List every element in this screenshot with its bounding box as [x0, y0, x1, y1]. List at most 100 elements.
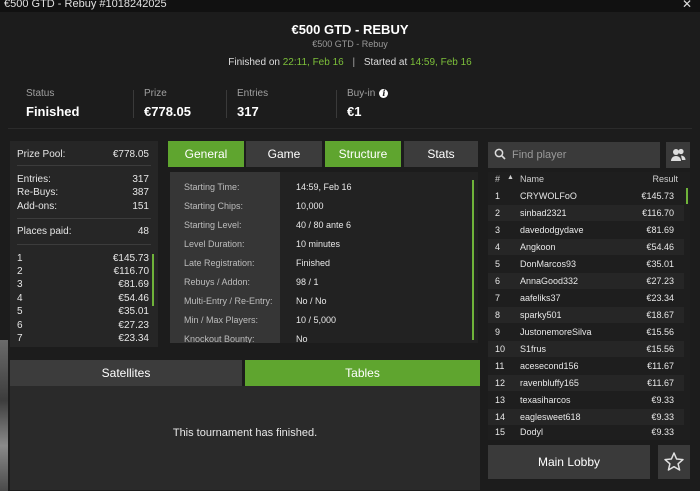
structure-row: Starting Level: 40 / 80 ante 6 — [170, 215, 470, 234]
tournament-times: Finished on 22:11, Feb 16 | Started at 1… — [0, 57, 700, 68]
table-row[interactable]: 12 ravenbluffy165 €11.67 — [488, 375, 684, 391]
row-result: €9.33 — [651, 412, 674, 422]
row-num: 6 — [495, 276, 501, 286]
results-scrollbar[interactable] — [686, 188, 688, 204]
tab-stats[interactable]: Stats — [404, 141, 478, 167]
structure-row: Min / Max Players: 10 / 5,000 — [170, 310, 470, 329]
structure-value: No / No — [296, 296, 327, 306]
row-name: ravenbluffy165 — [520, 378, 579, 388]
row-result: €15.56 — [646, 327, 674, 337]
started-label: Started at — [363, 57, 408, 68]
structure-row: Rebuys / Addon: 98 / 1 — [170, 272, 470, 291]
row-num: 13 — [495, 395, 506, 405]
finished-time: 22:11, Feb 16 — [282, 57, 344, 68]
row-num: 14 — [495, 412, 506, 422]
search-input[interactable] — [510, 145, 654, 165]
header-num[interactable]: # — [495, 174, 500, 184]
structure-key: Starting Level: — [184, 220, 242, 230]
tournament-subtitle: €500 GTD - Rebuy — [312, 39, 388, 49]
divider — [226, 90, 227, 118]
row-num: 10 — [495, 344, 506, 354]
payout-place: 1 — [17, 253, 23, 264]
stat-value: €1 — [347, 104, 362, 119]
payout-place: 6 — [17, 320, 23, 331]
structure-value: 10,000 — [296, 201, 324, 211]
row-num: 9 — [495, 327, 501, 337]
divider — [17, 218, 151, 219]
stat-entries: Entries 317 — [237, 88, 268, 119]
table-row[interactable]: 14 eaglesweet618 €9.33 — [488, 409, 684, 425]
table-row[interactable]: 10 S1frus €15.56 — [488, 341, 684, 357]
row-name: DonMarcos93 — [520, 259, 577, 269]
table-row[interactable]: 6 AnnaGood332 €27.23 — [488, 273, 684, 289]
close-icon[interactable]: ✕ — [682, 0, 692, 11]
row-name: Dodyl — [520, 427, 544, 437]
table-row[interactable]: 3 davedodgydave €81.69 — [488, 222, 684, 238]
row-result: €9.33 — [651, 427, 674, 437]
main-lobby-button[interactable]: Main Lobby — [488, 445, 650, 479]
payout-amount: €35.01 — [118, 306, 149, 317]
header-name[interactable]: Name — [520, 174, 544, 184]
payout-row: 4 €54.46 — [17, 293, 149, 304]
table-row[interactable]: 8 sparky501 €18.67 — [488, 307, 684, 323]
tab-general[interactable]: General — [168, 141, 244, 167]
payout-row: 7 €23.34 — [17, 333, 149, 344]
addons-value: 151 — [132, 201, 149, 212]
structure-key: Min / Max Players: — [184, 315, 259, 325]
payout-amount: €54.46 — [118, 293, 149, 304]
payouts-scrollbar[interactable] — [152, 254, 154, 306]
stat-status: Status Finished — [26, 88, 79, 119]
row-name: Angkoon — [520, 242, 556, 252]
table-row[interactable]: 11 acesecond156 €11.67 — [488, 358, 684, 374]
player-search[interactable] — [488, 142, 660, 168]
stat-label: Buy-in i — [347, 88, 389, 99]
started-time: 14:59, Feb 16 — [410, 57, 472, 68]
row-result: €11.67 — [647, 378, 674, 388]
tab-satellites[interactable]: Satellites — [10, 360, 242, 386]
row-num: 7 — [495, 293, 501, 303]
table-row[interactable]: 13 texasiharcos €9.33 — [488, 392, 684, 408]
favorite-button[interactable] — [658, 445, 690, 479]
row-result: €18.67 — [646, 310, 674, 320]
window-title: €500 GTD - Rebuy #1018242025 — [4, 0, 167, 10]
payout-row: 1 €145.73 — [17, 253, 149, 264]
times-separator: | — [352, 57, 356, 68]
payout-amount: €23.34 — [118, 333, 149, 344]
stat-value: €778.05 — [144, 104, 191, 119]
players-button[interactable] — [666, 142, 690, 168]
payout-place: 5 — [17, 306, 23, 317]
rebuys-row: Re-Buys: 387 — [17, 187, 149, 198]
structure-scrollbar[interactable] — [472, 180, 474, 340]
row-name: sinbad2321 — [520, 208, 567, 218]
payout-amount: €81.69 — [118, 279, 149, 290]
info-tabs: General Game Structure Stats — [168, 141, 478, 167]
tournament-header: €500 GTD - REBUY €500 GTD - Rebuy Finish… — [0, 12, 700, 74]
table-row[interactable]: 9 JustonemoreSilva €15.56 — [488, 324, 684, 340]
info-icon[interactable]: i — [379, 89, 389, 98]
structure-value: No — [296, 334, 308, 343]
table-row[interactable]: 2 sinbad2321 €116.70 — [488, 205, 684, 221]
payout-row: 3 €81.69 — [17, 279, 149, 290]
finished-label: Finished on — [228, 57, 280, 68]
table-row[interactable]: 1 CRYWOLFoO €145.73 — [488, 188, 684, 204]
payout-place: 2 — [17, 266, 23, 277]
structure-row: Late Registration: Finished — [170, 253, 470, 272]
row-name: texasiharcos — [520, 395, 571, 405]
addons-label: Add-ons: — [17, 201, 58, 212]
header-result[interactable]: Result — [652, 174, 678, 184]
table-row[interactable]: 7 aafeliks37 €23.34 — [488, 290, 684, 306]
table-row[interactable]: 15 Dodyl €9.33 — [488, 424, 684, 440]
table-row[interactable]: 5 DonMarcos93 €35.01 — [488, 256, 684, 272]
prize-pool-row: Prize Pool: €778.05 — [17, 149, 149, 160]
table-header: # ▲ Name Result — [488, 172, 690, 186]
sort-arrow-icon[interactable]: ▲ — [507, 174, 514, 181]
table-row[interactable]: 4 Angkoon €54.46 — [488, 239, 684, 255]
tab-tables[interactable]: Tables — [245, 360, 480, 386]
payout-row: 6 €27.23 — [17, 320, 149, 331]
tab-game[interactable]: Game — [246, 141, 322, 167]
row-result: €116.70 — [642, 208, 674, 218]
structure-value: Finished — [296, 258, 331, 268]
row-name: CRYWOLFoO — [520, 191, 577, 201]
stat-label: Entries — [237, 88, 269, 99]
tab-structure[interactable]: Structure — [325, 141, 401, 167]
